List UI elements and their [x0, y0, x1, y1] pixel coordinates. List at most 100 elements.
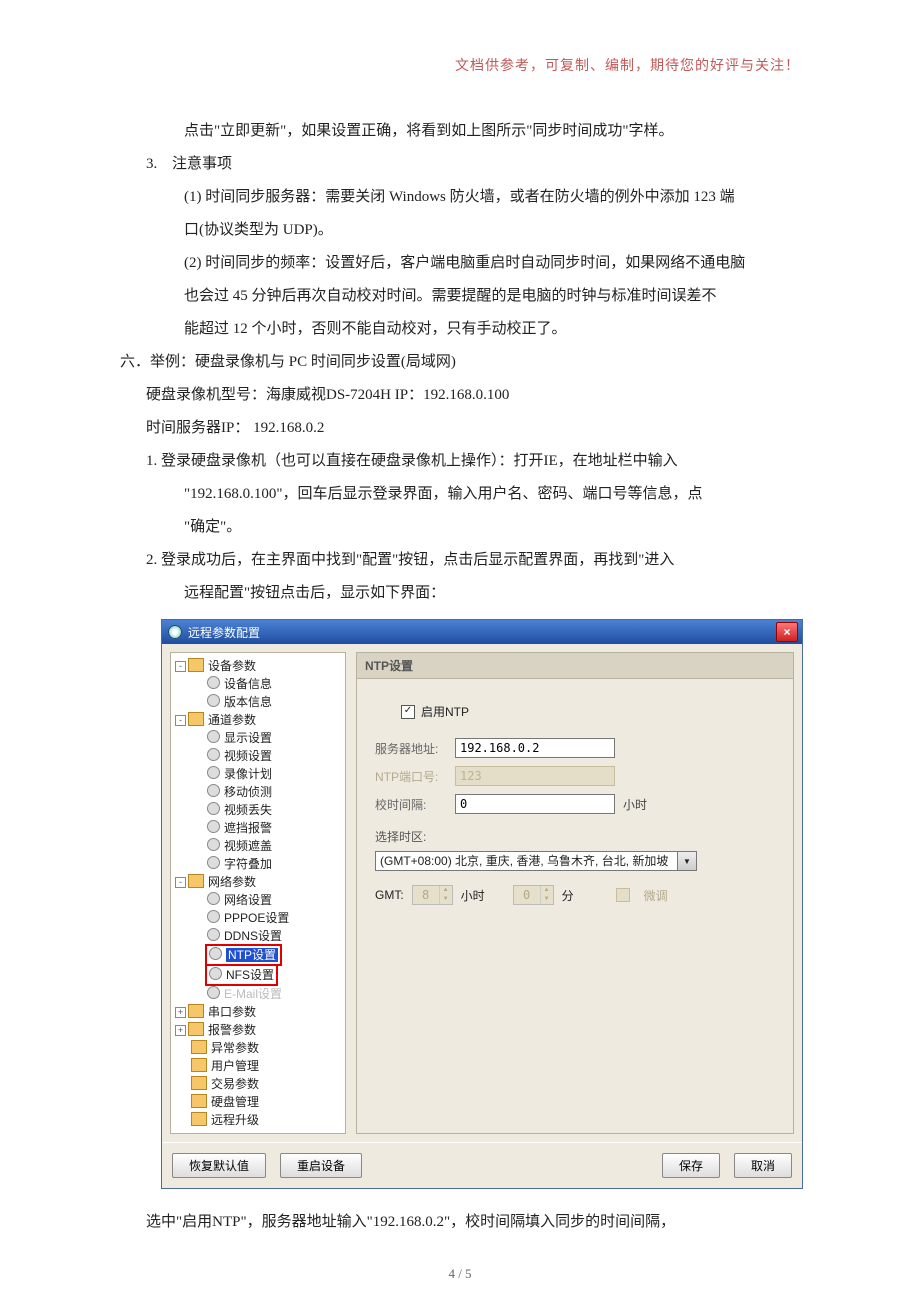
server-address-input[interactable]	[455, 738, 615, 758]
paragraph: 点击"立即更新"，如果设置正确，将看到如上图所示"同步时间成功"字样。	[120, 115, 800, 148]
interval-input[interactable]	[455, 794, 615, 814]
tree-label: 用户管理	[211, 1059, 259, 1073]
leaf-icon	[209, 947, 222, 960]
tree-leaf[interactable]: 视频丢失	[173, 801, 343, 819]
tree-folder[interactable]: 硬盘管理	[173, 1093, 343, 1111]
fine-tune-label: 微调	[644, 887, 668, 904]
collapse-icon[interactable]: -	[175, 877, 186, 888]
tree-leaf[interactable]: 网络设置	[173, 891, 343, 909]
tree-label: 交易参数	[211, 1077, 259, 1091]
tree-leaf[interactable]: DDNS设置	[173, 927, 343, 945]
tree-leaf[interactable]: 遮挡报警	[173, 819, 343, 837]
reboot-device-button[interactable]: 重启设备	[280, 1153, 362, 1178]
tree-folder[interactable]: 交易参数	[173, 1075, 343, 1093]
timezone-selected: (GMT+08:00) 北京, 重庆, 香港, 乌鲁木齐, 台北, 新加坡	[376, 852, 677, 870]
gmt-min-unit: 分	[562, 887, 574, 904]
tree-leaf[interactable]: E-Mail设置	[173, 985, 343, 1003]
tree-folder[interactable]: +串口参数	[173, 1003, 343, 1021]
tree-label: NFS设置	[226, 968, 274, 982]
leaf-icon	[207, 856, 220, 869]
leaf-icon	[209, 967, 222, 980]
section-text: 举例：硬盘录像机与 PC 时间同步设置(局域网)	[150, 354, 456, 370]
enable-ntp-checkbox[interactable]: ✓	[401, 705, 415, 719]
header-note: 文档供参考，可复制、编制，期待您的好评与关注！	[120, 55, 800, 75]
tree-leaf-ntp[interactable]: NTP设置	[173, 945, 343, 965]
leaf-icon	[207, 766, 220, 779]
page-footer: 4 / 5	[0, 1266, 920, 1282]
tree-leaf[interactable]: 显示设置	[173, 729, 343, 747]
list-text: 注意事项	[172, 156, 232, 172]
paragraph: "确定"。	[120, 511, 800, 544]
folder-icon	[188, 1022, 204, 1036]
tree-label: 显示设置	[224, 731, 272, 745]
dialog-title: 远程参数配置	[188, 624, 260, 641]
chevron-up-icon: ▲	[541, 886, 553, 895]
dialog-titlebar[interactable]: 远程参数配置 ×	[162, 620, 802, 644]
tree-leaf[interactable]: NFS设置	[173, 965, 343, 985]
section-number: 六．	[120, 354, 150, 370]
tree-label: 报警参数	[208, 1023, 256, 1037]
collapse-icon[interactable]: -	[175, 715, 186, 726]
tree-leaf[interactable]: 字符叠加	[173, 855, 343, 873]
fine-tune-checkbox[interactable]	[616, 888, 630, 902]
remote-config-dialog: 远程参数配置 × -设备参数 设备信息 版本信息 - 通道参数 显示设置 视频设置…	[162, 620, 802, 1188]
tree-leaf[interactable]: 版本信息	[173, 693, 343, 711]
tree-label: E-Mail设置	[224, 987, 282, 1001]
server-label: 服务器地址:	[375, 740, 455, 757]
save-button[interactable]: 保存	[662, 1153, 720, 1178]
tree-leaf[interactable]: 视频设置	[173, 747, 343, 765]
chevron-up-icon: ▲	[440, 886, 452, 895]
tree-leaf[interactable]: 录像计划	[173, 765, 343, 783]
tree-label: 通道参数	[208, 713, 256, 727]
gmt-min-value: 0	[514, 888, 540, 902]
panel-title: NTP设置	[356, 652, 794, 678]
interval-label: 校时间隔:	[375, 796, 455, 813]
section-six: 六．举例：硬盘录像机与 PC 时间同步设置(局域网)	[120, 346, 800, 379]
gmt-min-spinner: 0 ▲▼	[513, 885, 554, 905]
paragraph: 2. 登录成功后，在主界面中找到"配置"按钮，点击后显示配置界面，再找到"进入	[120, 544, 800, 577]
tree-label: 异常参数	[211, 1041, 259, 1055]
tree-folder[interactable]: + 报警参数	[173, 1021, 343, 1039]
tree-label: 网络设置	[224, 893, 272, 907]
folder-icon	[188, 874, 204, 888]
tree-label: 遮挡报警	[224, 821, 272, 835]
ntp-port-input	[455, 766, 615, 786]
tree-folder[interactable]: 远程升级	[173, 1111, 343, 1129]
list-number: 3.	[146, 148, 172, 181]
tree-label: 字符叠加	[224, 857, 272, 871]
tree-folder[interactable]: -设备参数	[173, 657, 343, 675]
chevron-down-icon: ▼	[541, 895, 553, 904]
leaf-icon	[207, 910, 220, 923]
leaf-icon	[207, 748, 220, 761]
tree-label: 网络参数	[208, 875, 256, 889]
interval-unit: 小时	[623, 796, 647, 813]
tree-label: 视频丢失	[224, 803, 272, 817]
restore-defaults-button[interactable]: 恢复默认值	[172, 1153, 266, 1178]
leaf-icon	[207, 694, 220, 707]
tree-folder[interactable]: 异常参数	[173, 1039, 343, 1057]
tree-leaf[interactable]: 视频遮盖	[173, 837, 343, 855]
tree-leaf[interactable]: 移动侦测	[173, 783, 343, 801]
tree-folder[interactable]: 用户管理	[173, 1057, 343, 1075]
collapse-icon[interactable]: -	[175, 661, 186, 672]
tree-label: 设备信息	[224, 677, 272, 691]
expand-icon[interactable]: +	[175, 1007, 186, 1018]
tree-leaf[interactable]: 设备信息	[173, 675, 343, 693]
gear-icon	[168, 625, 182, 639]
tree-label: 视频遮盖	[224, 839, 272, 853]
chevron-down-icon[interactable]: ▼	[677, 852, 696, 870]
close-button[interactable]: ×	[776, 622, 798, 642]
tree-leaf[interactable]: PPPOE设置	[173, 909, 343, 927]
folder-icon	[191, 1112, 207, 1126]
timezone-combobox[interactable]: (GMT+08:00) 北京, 重庆, 香港, 乌鲁木齐, 台北, 新加坡 ▼	[375, 851, 697, 871]
tree-label: 移动侦测	[224, 785, 272, 799]
leaf-icon	[207, 838, 220, 851]
leaf-icon	[207, 928, 220, 941]
paragraph: 1. 登录硬盘录像机（也可以直接在硬盘录像机上操作）：打开IE，在地址栏中输入	[120, 445, 800, 478]
tree-folder[interactable]: - 通道参数	[173, 711, 343, 729]
expand-icon[interactable]: +	[175, 1025, 186, 1036]
gmt-hour-unit: 小时	[461, 887, 485, 904]
tree-folder[interactable]: - 网络参数	[173, 873, 343, 891]
cancel-button[interactable]: 取消	[734, 1153, 792, 1178]
paragraph: (2) 时间同步的频率：设置好后，客户端电脑重启时自动同步时间，如果网络不通电脑	[120, 247, 800, 280]
